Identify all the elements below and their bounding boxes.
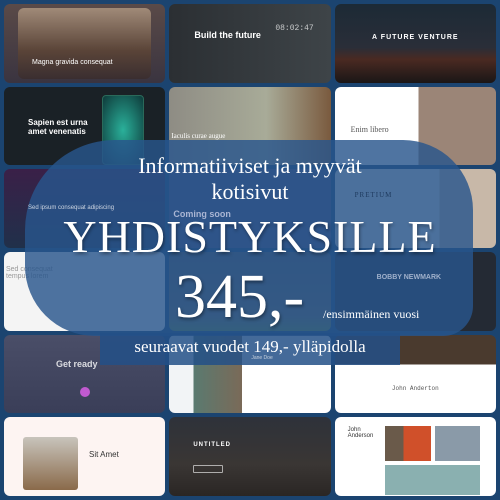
thumbnail-title: John Anderton bbox=[391, 384, 439, 392]
thumbnail-title: BOBBY NEWMARK bbox=[376, 273, 442, 281]
template-thumbnail[interactable]: Sit Amet bbox=[4, 417, 166, 496]
thumbnail-title: Magna gravida consequat bbox=[32, 59, 113, 66]
promo-price-note: /ensimmäinen vuosi bbox=[323, 307, 420, 321]
thumbnail-title: Enim libero bbox=[350, 124, 389, 134]
thumbnail-button bbox=[193, 465, 224, 474]
template-thumbnail[interactable]: A FUTURE VENTURE bbox=[334, 4, 496, 83]
thumbnail-clock: 08:02:47 bbox=[275, 24, 314, 33]
thumbnail-title: John Anderson bbox=[347, 427, 374, 440]
promo-price: 345,- bbox=[175, 263, 305, 331]
promo-footer: seuraavat vuodet 149,- ylläpidolla bbox=[134, 337, 366, 356]
thumbnail-title: Sit Amet bbox=[89, 450, 119, 460]
template-thumbnail[interactable]: Build the future 08:02:47 bbox=[169, 4, 331, 83]
template-thumbnail[interactable]: John Anderson bbox=[334, 417, 496, 496]
thumbnail-title: UNTITLED bbox=[193, 442, 231, 449]
promo-subtitle: Informatiiviset ja myyvät kotisivut bbox=[138, 153, 362, 204]
promo-headline: YHDISTYKSILLE bbox=[63, 211, 437, 262]
thumbnail-title: Sapien est urna amet venenatis bbox=[28, 117, 88, 136]
template-thumbnail[interactable]: Magna gravida consequat bbox=[4, 4, 166, 83]
thumbnail-title: Get ready bbox=[56, 358, 98, 369]
thumbnail-title: A FUTURE VENTURE bbox=[372, 34, 459, 41]
template-thumbnail[interactable]: UNTITLED bbox=[169, 417, 331, 496]
thumbnail-title: Build the future bbox=[194, 30, 261, 40]
thumbnail-title: Iaculis curae augue bbox=[171, 131, 226, 140]
